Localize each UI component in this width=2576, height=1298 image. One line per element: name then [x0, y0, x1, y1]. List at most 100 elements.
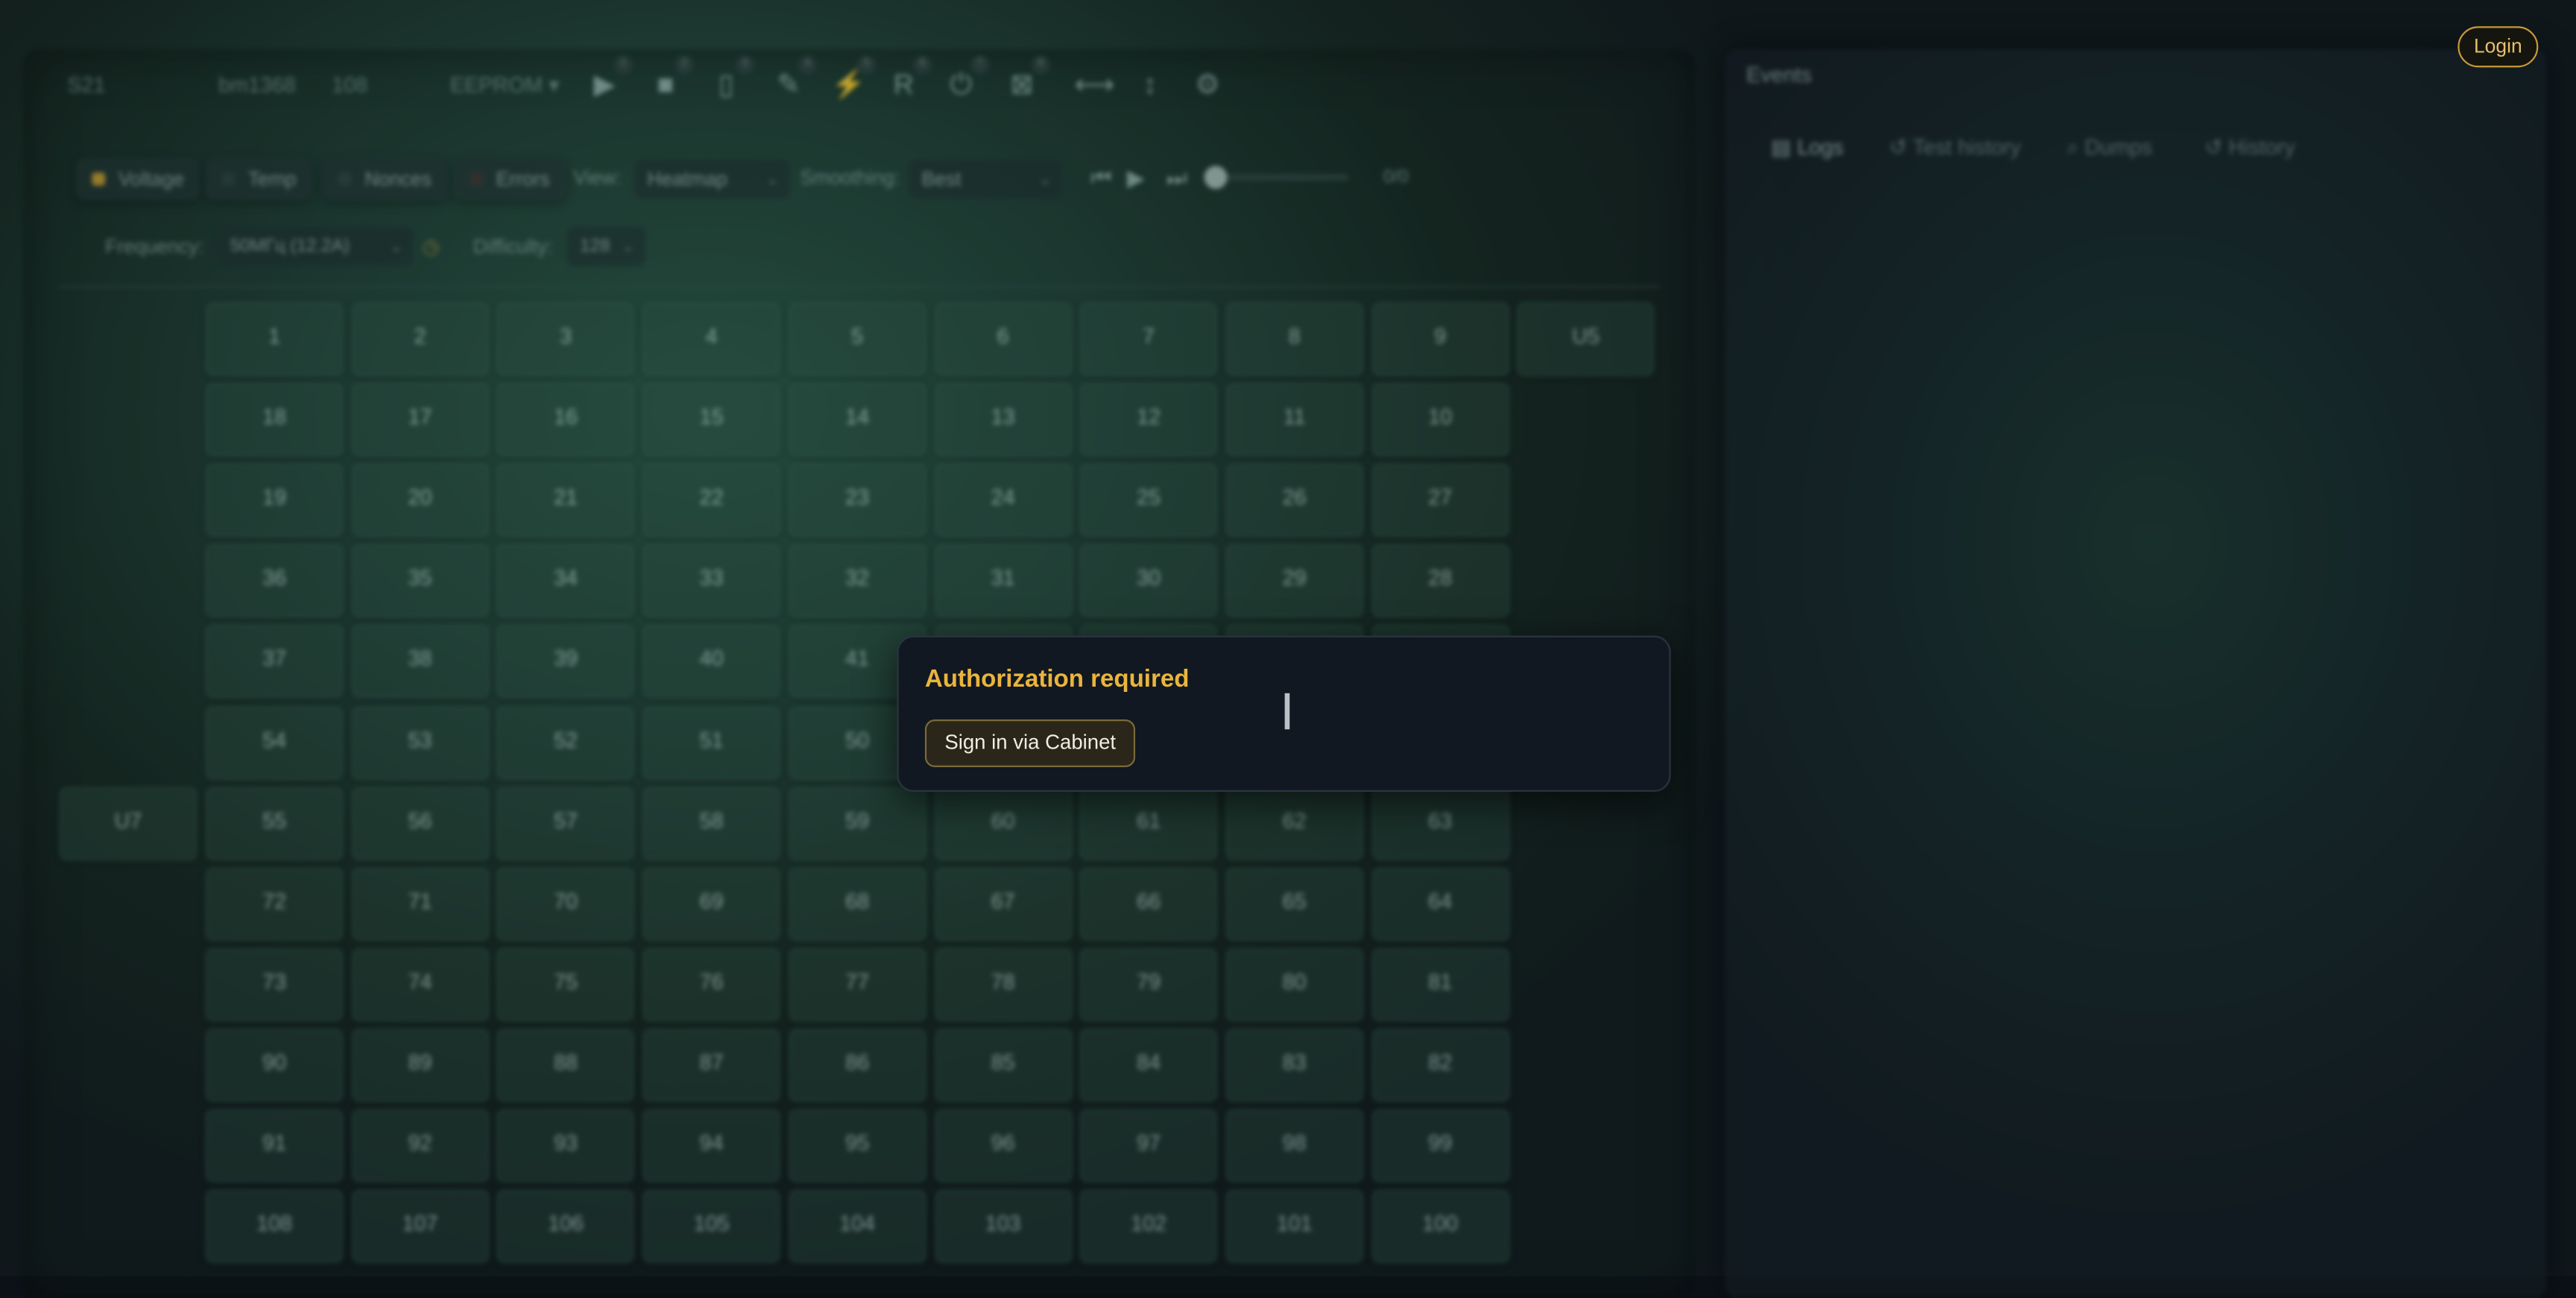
chip-cell[interactable]: 16	[496, 382, 635, 457]
chip-cell[interactable]: 62	[1225, 786, 1364, 860]
power-icon[interactable]: ⏻	[944, 69, 977, 102]
chip-cell[interactable]: 76	[643, 947, 781, 1022]
chip-cell[interactable]: 22	[643, 463, 781, 538]
chip-cell[interactable]: 8	[1225, 302, 1364, 377]
chip-cell[interactable]: 53	[350, 705, 490, 780]
chip-cell[interactable]: 54	[205, 705, 344, 780]
edit-icon[interactable]: ✎	[772, 69, 805, 102]
chip-cell[interactable]: 84	[1079, 1028, 1218, 1103]
errors-toggle[interactable]: Errors	[453, 157, 566, 201]
frequency-select[interactable]: 50MГц (12.2А) ⌄	[216, 227, 414, 266]
side-chip-cell[interactable]: U7	[59, 786, 198, 860]
tab-test-history[interactable]: ↺ Test history	[1890, 135, 2021, 161]
chip-cell[interactable]: 5	[788, 302, 926, 377]
chip-cell[interactable]: 72	[205, 866, 344, 941]
chip-cell[interactable]: 29	[1225, 544, 1364, 619]
chip-cell[interactable]: 33	[643, 544, 781, 619]
chip-cell[interactable]: 73	[205, 947, 344, 1022]
chip-cell[interactable]: 101	[1225, 1189, 1364, 1264]
chip-cell[interactable]: 61	[1079, 786, 1218, 860]
gear-icon[interactable]: ⚙	[1191, 69, 1224, 102]
chip-cell[interactable]: 10	[1371, 382, 1509, 457]
play-icon[interactable]: ▶	[1127, 164, 1145, 192]
chip-cell[interactable]: 104	[788, 1189, 926, 1264]
tab-history[interactable]: ↺ History	[2205, 135, 2295, 161]
chip-cell[interactable]: U5	[1517, 302, 1655, 377]
chip-cell[interactable]: 12	[1079, 382, 1218, 457]
chip-cell[interactable]: 35	[350, 544, 490, 619]
chip-cell[interactable]: 81	[1371, 947, 1509, 1022]
chip-cell[interactable]: 28	[1371, 544, 1509, 619]
chip-cell[interactable]: 27	[1371, 463, 1509, 538]
login-button[interactable]: Login	[2457, 26, 2539, 68]
chip-cell[interactable]: 106	[496, 1189, 635, 1264]
chip-cell[interactable]: 103	[934, 1189, 1073, 1264]
chip-cell[interactable]: 7	[1079, 302, 1218, 377]
sign-in-cabinet-button[interactable]: Sign in via Cabinet	[924, 719, 1136, 767]
chip-cell[interactable]: 108	[205, 1189, 344, 1264]
chip-cell[interactable]: 87	[643, 1028, 781, 1103]
chip-cell[interactable]: 97	[1079, 1109, 1218, 1183]
terminal-icon[interactable]: ⊠	[1006, 69, 1038, 102]
chip-cell[interactable]: 107	[350, 1189, 490, 1264]
chip-cell[interactable]: 1	[205, 302, 344, 377]
chip-cell[interactable]: 55	[205, 786, 344, 860]
chip-cell[interactable]: 80	[1225, 947, 1364, 1022]
chip-cell[interactable]: 85	[934, 1028, 1073, 1103]
chip-cell[interactable]: 18	[205, 382, 344, 457]
chip-cell[interactable]: 99	[1371, 1109, 1509, 1183]
play-icon[interactable]: ▶	[588, 69, 621, 102]
skip-back-icon[interactable]: ⏮	[1091, 164, 1112, 192]
stop-icon[interactable]: ■	[649, 69, 682, 102]
chip-cell[interactable]: 88	[496, 1028, 635, 1103]
chip-cell[interactable]: 69	[643, 866, 781, 941]
chip-cell[interactable]: 78	[934, 947, 1073, 1022]
chip-cell[interactable]: 94	[643, 1109, 781, 1183]
horizontal-resize-icon[interactable]: ⟷	[1074, 69, 1114, 102]
chip-cell[interactable]: 98	[1225, 1109, 1364, 1183]
chip-cell[interactable]: 100	[1371, 1189, 1509, 1264]
reset-icon[interactable]: R	[887, 69, 920, 102]
chip-cell[interactable]: 56	[350, 786, 490, 860]
view-select[interactable]: Heatmap ⌄	[634, 159, 791, 199]
chip-cell[interactable]: 24	[934, 463, 1073, 538]
chip-cell[interactable]: 58	[643, 786, 781, 860]
chip-cell[interactable]: 64	[1371, 866, 1509, 941]
chip-cell[interactable]: 89	[350, 1028, 490, 1103]
chip-cell[interactable]: 39	[496, 625, 635, 699]
bolt-icon[interactable]: ⚡	[831, 69, 866, 102]
chip-cell[interactable]: 92	[350, 1109, 490, 1183]
chip-cell[interactable]: 70	[496, 866, 635, 941]
eeprom-dropdown[interactable]: EEPROM ▾	[450, 72, 560, 98]
voltage-toggle[interactable]: Voltage	[75, 157, 201, 201]
chip-cell[interactable]: 66	[1079, 866, 1218, 941]
chip-cell[interactable]: 93	[496, 1109, 635, 1183]
chip-cell[interactable]: 37	[205, 625, 344, 699]
chip-cell[interactable]: 91	[205, 1109, 344, 1183]
chip-cell[interactable]: 60	[934, 786, 1073, 860]
skip-forward-icon[interactable]: ⏭	[1167, 164, 1187, 192]
chip-cell[interactable]: 30	[1079, 544, 1218, 619]
chip-cell[interactable]: 83	[1225, 1028, 1364, 1103]
chip-cell[interactable]: 59	[788, 786, 926, 860]
chip-cell[interactable]: 36	[205, 544, 344, 619]
chip-cell[interactable]: 3	[496, 302, 635, 377]
chip-cell[interactable]: 79	[1079, 947, 1218, 1022]
difficulty-select[interactable]: 128 ⌄	[566, 227, 646, 266]
chip-cell[interactable]: 75	[496, 947, 635, 1022]
chip-cell[interactable]: 77	[788, 947, 926, 1022]
file-icon[interactable]: ▯	[710, 69, 742, 102]
nonces-toggle[interactable]: Nonces	[322, 157, 449, 201]
chip-cell[interactable]: 86	[788, 1028, 926, 1103]
chip-cell[interactable]: 71	[350, 866, 490, 941]
temp-toggle[interactable]: Temp	[205, 157, 313, 201]
vertical-resize-icon[interactable]: ↕	[1134, 69, 1167, 102]
chip-cell[interactable]: 40	[643, 625, 781, 699]
chip-cell[interactable]: 38	[350, 625, 490, 699]
chip-cell[interactable]: 9	[1371, 302, 1509, 377]
chip-cell[interactable]: 21	[496, 463, 635, 538]
chip-cell[interactable]: 19	[205, 463, 344, 538]
timeline-slider-knob[interactable]	[1204, 166, 1228, 189]
chip-cell[interactable]: 25	[1079, 463, 1218, 538]
chip-cell[interactable]: 20	[350, 463, 490, 538]
